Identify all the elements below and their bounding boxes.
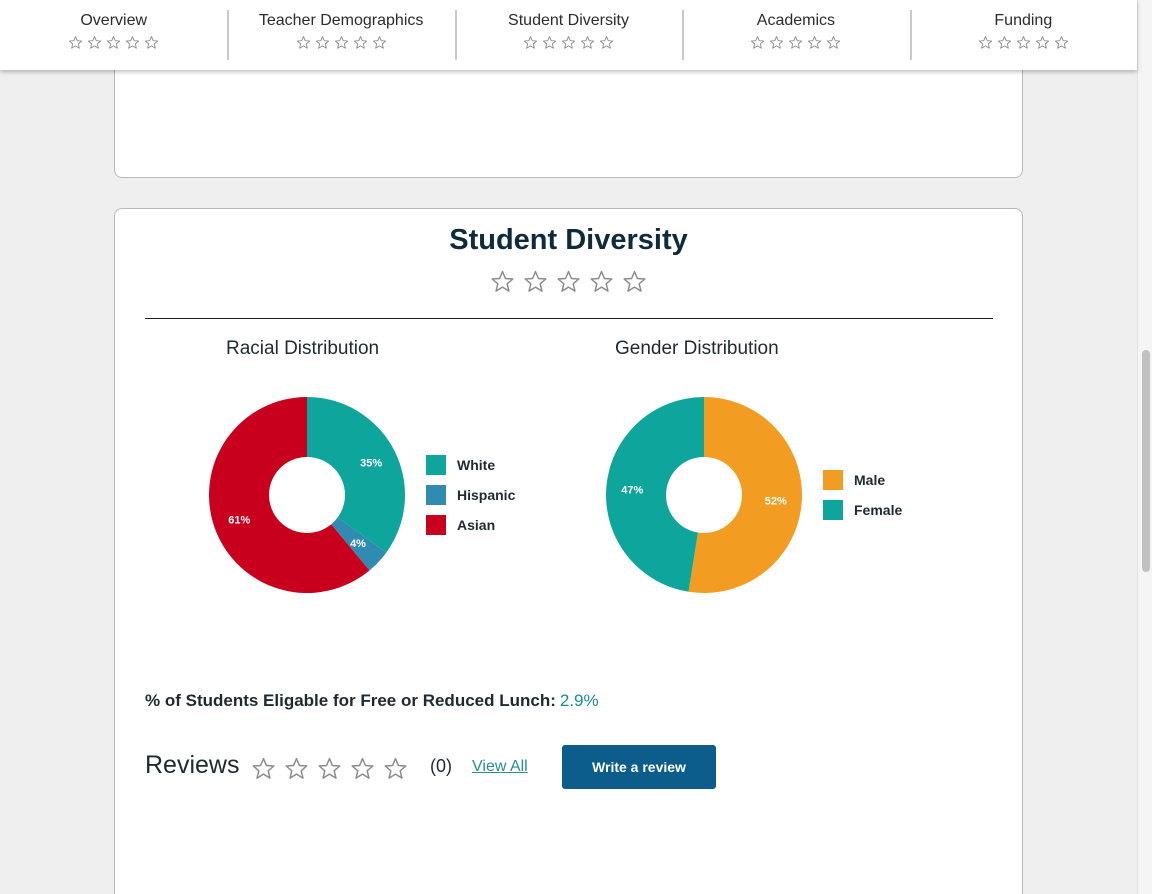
star-outline-icon[interactable] — [490, 269, 515, 294]
section-divider — [145, 318, 993, 319]
star-outline-icon[interactable] — [315, 35, 330, 50]
star-outline-icon[interactable] — [106, 35, 121, 50]
pie-slice-label: 52% — [765, 496, 787, 508]
section-rating-stars[interactable] — [115, 269, 1022, 294]
nav-tab-student-diversity[interactable]: Student Diversity — [454, 0, 682, 70]
nav-tab-label: Funding — [994, 12, 1053, 29]
star-outline-icon[interactable] — [750, 35, 765, 50]
gender-chart-title: Gender Distribution — [615, 338, 779, 359]
star-outline-icon[interactable] — [251, 756, 276, 781]
star-outline-icon[interactable] — [978, 35, 993, 50]
student-diversity-card: Student Diversity Racial Distribution 35… — [114, 208, 1023, 894]
star-outline-icon[interactable] — [769, 35, 784, 50]
legend-label: Female — [854, 502, 903, 518]
racial-legend: White Hispanic Asian — [426, 450, 515, 540]
legend-item: Male — [823, 465, 902, 495]
legend-swatch — [426, 485, 446, 505]
star-outline-icon[interactable] — [599, 35, 614, 50]
legend-swatch — [426, 515, 446, 535]
scrollbar-thumb[interactable] — [1142, 350, 1150, 572]
legend-swatch — [823, 470, 843, 490]
star-outline-icon[interactable] — [523, 269, 548, 294]
legend-label: White — [457, 457, 496, 473]
racial-chart-title: Racial Distribution — [226, 338, 380, 359]
free-lunch-stat: % of Students Eligable for Free or Reduc… — [145, 691, 599, 711]
star-outline-icon[interactable] — [125, 35, 140, 50]
star-outline-icon[interactable] — [589, 269, 614, 294]
nav-tab-academics[interactable]: Academics — [682, 0, 909, 70]
legend-swatch — [426, 455, 446, 475]
star-outline-icon[interactable] — [997, 35, 1012, 50]
star-outline-icon[interactable] — [542, 35, 557, 50]
star-outline-icon[interactable] — [353, 35, 368, 50]
nav-rating-stars — [978, 35, 1069, 50]
legend-label: Hispanic — [457, 487, 516, 503]
legend-item: Female — [823, 495, 902, 525]
star-outline-icon[interactable] — [317, 756, 342, 781]
star-outline-icon[interactable] — [826, 35, 841, 50]
star-outline-icon[interactable] — [1016, 35, 1031, 50]
nav-tab-teacher-demographics[interactable]: Teacher Demographics — [227, 0, 454, 70]
nav-rating-stars — [750, 35, 841, 50]
legend-item: Asian — [426, 510, 515, 540]
nav-rating-stars — [523, 35, 614, 50]
page-scrollbar[interactable] — [1137, 0, 1152, 894]
nav-rating-stars — [296, 35, 387, 50]
star-outline-icon[interactable] — [296, 35, 311, 50]
pie-slice-label: 61% — [228, 514, 250, 526]
star-outline-icon[interactable] — [334, 35, 349, 50]
donut-hole — [269, 457, 345, 533]
star-outline-icon[interactable] — [1054, 35, 1069, 50]
star-outline-icon[interactable] — [807, 35, 822, 50]
legend-item: White — [426, 450, 515, 480]
nav-rating-stars — [68, 35, 159, 50]
nav-tab-label: Academics — [756, 12, 836, 29]
nav-tab-label: Teacher Demographics — [258, 12, 424, 29]
write-review-button[interactable]: Write a review — [562, 745, 716, 789]
star-outline-icon[interactable] — [144, 35, 159, 50]
pie-slice-label: 35% — [360, 457, 382, 469]
free-lunch-value: 2.9% — [559, 691, 599, 710]
donut-hole — [666, 457, 742, 533]
legend-label: Asian — [457, 517, 496, 533]
star-outline-icon[interactable] — [561, 35, 576, 50]
review-rating-stars[interactable] — [251, 756, 408, 781]
section-nav: Overview Teacher Demographics Student Di… — [0, 0, 1137, 70]
star-outline-icon[interactable] — [580, 35, 595, 50]
gender-distribution-chart: 52% 47% — [606, 397, 802, 593]
star-outline-icon[interactable] — [622, 269, 647, 294]
star-outline-icon[interactable] — [1035, 35, 1050, 50]
view-all-reviews-link[interactable]: View All — [472, 758, 528, 776]
nav-tab-label: Student Diversity — [508, 12, 629, 29]
section-title: Student Diversity — [449, 224, 688, 256]
star-outline-icon[interactable] — [284, 756, 309, 781]
reviews-heading: Reviews — [145, 751, 240, 779]
nav-tab-funding[interactable]: Funding — [909, 0, 1137, 70]
legend-swatch — [823, 500, 843, 520]
star-outline-icon[interactable] — [68, 35, 83, 50]
pie-slice-label: 4% — [350, 538, 366, 550]
star-outline-icon[interactable] — [87, 35, 102, 50]
star-outline-icon[interactable] — [350, 756, 375, 781]
free-lunch-label: % of Students Eligable for Free or Reduc… — [145, 691, 556, 710]
review-count: (0) — [430, 756, 452, 776]
legend-label: Male — [854, 472, 886, 488]
nav-tab-label: Overview — [80, 12, 148, 29]
pie-slice-label: 47% — [621, 484, 643, 496]
star-outline-icon[interactable] — [523, 35, 538, 50]
star-outline-icon[interactable] — [788, 35, 803, 50]
racial-distribution-chart: 35% 4% 61% — [208, 397, 405, 593]
star-outline-icon[interactable] — [372, 35, 387, 50]
gender-legend: Male Female — [823, 465, 902, 525]
star-outline-icon[interactable] — [556, 269, 581, 294]
star-outline-icon[interactable] — [383, 756, 408, 781]
legend-item: Hispanic — [426, 480, 515, 510]
nav-tab-overview[interactable]: Overview — [0, 0, 227, 70]
